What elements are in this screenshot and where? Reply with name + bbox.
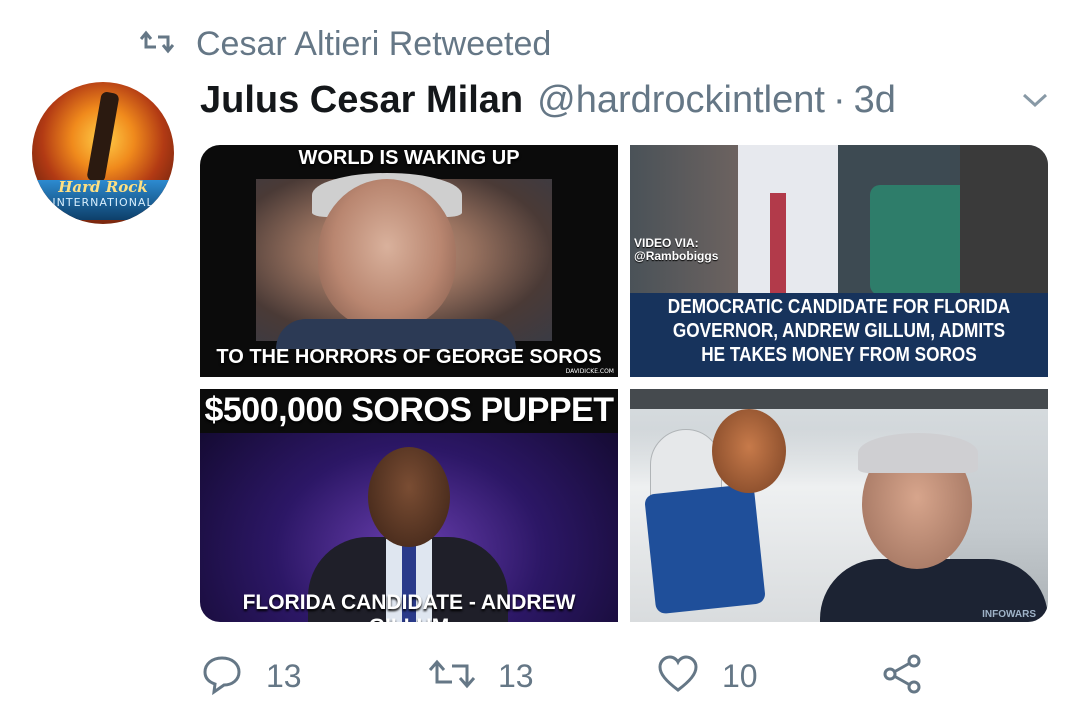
portrait-face: [318, 179, 456, 329]
like-button[interactable]: 10: [656, 650, 758, 702]
portrait-suit: [276, 319, 516, 349]
image-top-bar: [630, 389, 1048, 409]
caption-line-1: DEMOCRATIC CANDIDATE FOR FLORIDA: [667, 296, 1011, 318]
caption-line-2: GOVERNOR, ANDREW GILLUM, ADMITS: [672, 320, 1006, 342]
like-count: 10: [722, 657, 758, 694]
reply-button[interactable]: 13: [200, 650, 302, 702]
image-caption-bottom: TO THE HORRORS OF GEORGE SOROS: [216, 346, 602, 368]
retweet-icon: [428, 654, 476, 699]
photo-tie: [770, 193, 786, 293]
heart-icon: [656, 652, 700, 701]
image-caption-top: $500,000 SOROS PUPPET: [204, 391, 614, 429]
image-credit: DAVIDICKE.COM: [565, 368, 614, 375]
photo-head: [368, 447, 450, 547]
avatar-guitar: [86, 91, 120, 183]
timestamp[interactable]: 3d: [854, 79, 896, 122]
retweet-count: 13: [498, 657, 534, 694]
image-caption-bottom: FLORIDA CANDIDATE - ANDREW GILLUM: [242, 591, 576, 622]
avatar[interactable]: Hard Rock INTERNATIONAL: [32, 82, 174, 224]
share-icon: [880, 652, 924, 701]
video-credit: VIDEO VIA: @Rambobiggs: [634, 237, 718, 263]
media-image-3[interactable]: $500,000 SOROS PUPPET FLORIDA CANDIDATE …: [200, 389, 618, 622]
tweet-header: Julus Cesar Milan @hardrockintlent · 3d: [200, 72, 1060, 128]
media-image-4[interactable]: INFOWARS: [630, 389, 1048, 622]
media-image-1[interactable]: WORLD IS WAKING UP TO THE HORRORS OF GEO…: [200, 145, 618, 377]
media-image-2[interactable]: VIDEO VIA: @Rambobiggs DEMOCRATIC CANDID…: [630, 145, 1048, 377]
caption-banner-text: DEMOCRATIC CANDIDATE FOR FLORIDA GOVERNO…: [659, 295, 1018, 367]
reply-icon: [200, 652, 244, 701]
media-grid: WORLD IS WAKING UP TO THE HORRORS OF GEO…: [200, 145, 1048, 622]
tweet-actions: 13 13 10: [200, 650, 1060, 702]
chevron-down-icon[interactable]: [1020, 88, 1050, 112]
photo-hair: [858, 433, 978, 473]
separator: ·: [832, 78, 846, 121]
image-caption-top: WORLD IS WAKING UP: [298, 147, 520, 169]
video-credit-handle: @Rambobiggs: [634, 249, 719, 263]
author-name[interactable]: Julus Cesar Milan: [200, 79, 523, 122]
avatar-logo-text: Hard Rock: [58, 178, 148, 196]
retweeted-by-text[interactable]: Cesar Altieri Retweeted: [196, 25, 551, 64]
photo-person-dark: [960, 145, 1048, 295]
photo-person-shirt: [738, 145, 838, 295]
portrait-photo: [256, 173, 552, 349]
retweet-icon: [139, 29, 175, 60]
avatar-logo-subtext: INTERNATIONAL: [52, 196, 154, 209]
retweet-context[interactable]: Cesar Altieri Retweeted: [139, 22, 551, 66]
retweet-button[interactable]: 13: [428, 650, 534, 702]
caption-line-3: HE TAKES MONEY FROM SOROS: [701, 344, 977, 366]
image-watermark: INFOWARS: [982, 609, 1036, 620]
share-button[interactable]: [880, 650, 924, 702]
reply-count: 13: [266, 657, 302, 694]
puppet-head: [712, 409, 786, 493]
puppet-body: [644, 483, 766, 615]
author-handle[interactable]: @hardrockintlent: [537, 79, 825, 122]
